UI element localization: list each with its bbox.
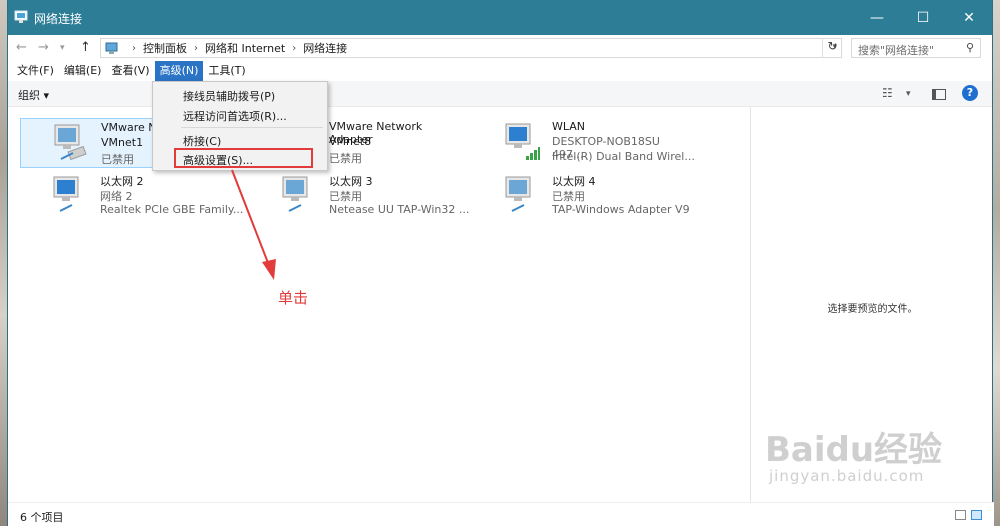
annotation-arrow-icon	[231, 169, 276, 280]
annotation-label: 单击	[278, 289, 309, 307]
